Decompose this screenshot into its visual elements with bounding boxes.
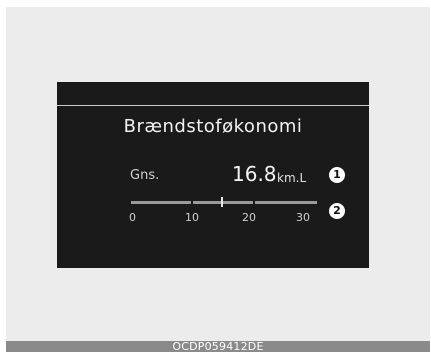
scale-divider [253, 201, 255, 204]
cluster-display: Brændstoføkonomi Gns. 16.8 km.L 1 0 10 2… [57, 82, 369, 268]
scale-tick-30: 30 [296, 211, 310, 224]
scale-tick-20: 20 [242, 211, 256, 224]
average-label: Gns. [130, 168, 160, 183]
economy-marker [221, 197, 223, 207]
average-value: 16.8 [232, 162, 277, 186]
caption-bar: OCDP059412DE [6, 341, 430, 352]
scale-divider [191, 201, 193, 204]
scale-tick-10: 10 [185, 211, 199, 224]
display-title: Brændstoføkonomi [123, 116, 303, 137]
image-caption: OCDP059412DE [172, 341, 264, 352]
economy-scale-bar [131, 201, 317, 204]
average-unit: km.L [277, 171, 307, 185]
scale-tick-0: 0 [129, 211, 136, 224]
callout-1-badge: 1 [329, 167, 345, 183]
callout-2-badge: 2 [329, 203, 345, 219]
header-divider [57, 105, 369, 106]
